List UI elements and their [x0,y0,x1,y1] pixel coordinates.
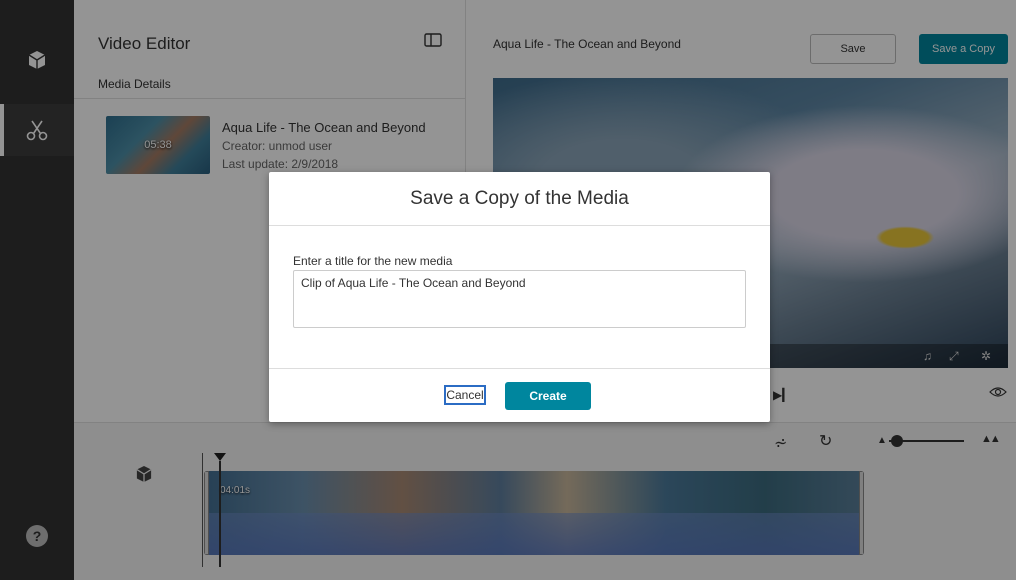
new-media-title-input[interactable]: Clip of Aqua Life - The Ocean and Beyond [293,270,746,328]
create-button[interactable]: Create [505,382,591,410]
dialog-footer: Cancel Create [269,368,770,422]
save-copy-dialog: Save a Copy of the Media Enter a title f… [269,172,770,422]
dialog-title: Save a Copy of the Media [269,172,770,226]
cancel-button[interactable]: Cancel [444,385,486,405]
title-field-label: Enter a title for the new media [293,254,453,268]
